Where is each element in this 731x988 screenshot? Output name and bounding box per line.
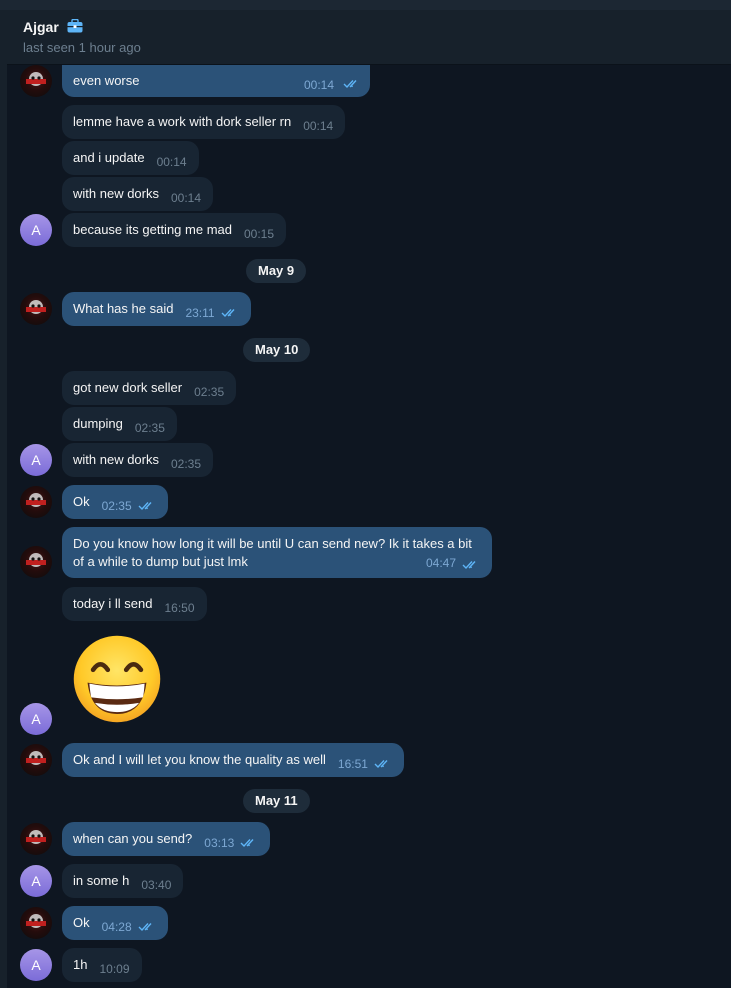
message-text: when can you send? bbox=[73, 831, 193, 846]
message-time: 23:11 bbox=[185, 306, 215, 320]
double-check-icon bbox=[138, 502, 152, 511]
double-check-icon bbox=[138, 923, 152, 932]
double-check-icon bbox=[374, 760, 388, 769]
avatar-letter: A bbox=[31, 873, 41, 889]
message-text: in some h bbox=[73, 873, 130, 888]
chat-header[interactable]: Ajgar last seen 1 hour ago bbox=[7, 10, 731, 65]
avatar-self[interactable] bbox=[20, 65, 52, 97]
message-time: 02:35 bbox=[194, 385, 225, 399]
avatar-contact[interactable]: A bbox=[20, 444, 52, 476]
message-outgoing[interactable]: What has he said 23:11 bbox=[62, 292, 251, 326]
double-check-icon bbox=[343, 80, 357, 89]
last-seen-status: last seen 1 hour ago bbox=[23, 40, 141, 55]
message-time: 16:50 bbox=[164, 601, 195, 615]
avatar-contact[interactable]: A bbox=[20, 703, 52, 735]
message-incoming[interactable]: because its getting me mad 00:15 bbox=[62, 213, 287, 247]
message-time: 00:14 bbox=[303, 78, 334, 92]
avatar-contact[interactable]: A bbox=[20, 949, 52, 981]
message-time: 10:09 bbox=[99, 962, 130, 976]
message-text: Ok and I will let you know the quality a… bbox=[73, 752, 326, 767]
message-outgoing[interactable]: when can you send? 03:13 bbox=[62, 822, 271, 856]
message-text: because its getting me mad bbox=[73, 222, 232, 237]
message-list[interactable]: even worse 00:14 lemme have a work with … bbox=[7, 65, 731, 988]
date-separator: May 10 bbox=[243, 338, 311, 362]
message-time: 02:35 bbox=[170, 457, 202, 471]
message-time: 02:35 bbox=[134, 421, 165, 435]
message-outgoing[interactable]: Ok 02:35 bbox=[62, 485, 168, 519]
message-time: 02:35 bbox=[101, 499, 132, 513]
avatar-contact[interactable]: A bbox=[20, 865, 52, 897]
message-text: got new dork seller bbox=[73, 380, 183, 395]
message-text: with new dorks bbox=[73, 186, 159, 201]
message-text: lemme have a work with dork seller rn bbox=[73, 114, 292, 129]
message-incoming[interactable]: 1h 10:09 bbox=[62, 948, 142, 982]
avatar-self[interactable] bbox=[20, 546, 52, 578]
chat-list-edge bbox=[0, 10, 7, 988]
double-check-icon bbox=[462, 561, 476, 570]
message-text: What has he said bbox=[73, 301, 174, 316]
message-incoming[interactable]: got new dork seller 02:35 bbox=[62, 371, 237, 405]
message-incoming[interactable]: dumping 02:35 bbox=[62, 407, 177, 441]
avatar-contact[interactable]: A bbox=[20, 214, 52, 246]
avatar-letter: A bbox=[31, 957, 41, 973]
message-text: with new dorks bbox=[73, 452, 159, 467]
message-incoming[interactable]: with new dorks 02:35 bbox=[62, 443, 214, 477]
message-text: 1h bbox=[73, 957, 88, 972]
avatar-self[interactable] bbox=[20, 823, 52, 855]
double-check-icon bbox=[221, 309, 235, 318]
avatar-letter: A bbox=[31, 222, 41, 238]
message-time: 04:47 bbox=[425, 556, 456, 570]
message-time: 00:14 bbox=[303, 119, 334, 133]
message-time: 00:14 bbox=[170, 191, 202, 205]
message-incoming[interactable]: in some h 03:40 bbox=[62, 864, 184, 898]
window-top-strip bbox=[0, 0, 731, 10]
date-separator: May 9 bbox=[246, 259, 307, 283]
message-time: 00:15 bbox=[243, 227, 275, 241]
message-time: 03:13 bbox=[204, 836, 235, 850]
message-text: dumping bbox=[73, 416, 123, 431]
message-outgoing[interactable]: Do you know how long it will be until U … bbox=[62, 527, 492, 578]
message-text: even worse bbox=[73, 73, 140, 88]
date-separator: May 11 bbox=[243, 789, 310, 813]
message-text: Ok bbox=[73, 915, 90, 930]
message-time: 04:28 bbox=[101, 920, 132, 934]
message-incoming[interactable]: and i update 00:14 bbox=[62, 141, 199, 175]
message-outgoing[interactable]: Ok and I will let you know the quality a… bbox=[62, 743, 404, 777]
avatar-letter: A bbox=[31, 452, 41, 468]
message-text: today i ll send bbox=[73, 596, 153, 611]
avatar-letter: A bbox=[31, 711, 41, 727]
avatar-self[interactable] bbox=[20, 293, 52, 325]
avatar-self[interactable] bbox=[20, 486, 52, 518]
contact-name[interactable]: Ajgar bbox=[23, 19, 59, 35]
avatar-self[interactable] bbox=[20, 744, 52, 776]
message-incoming[interactable]: today i ll send 16:50 bbox=[62, 587, 207, 621]
message-outgoing[interactable]: even worse 00:14 bbox=[62, 65, 370, 97]
avatar-self[interactable] bbox=[20, 907, 52, 939]
briefcase-icon bbox=[67, 19, 83, 33]
message-text: Do you know how long it will be until U … bbox=[73, 536, 472, 569]
double-check-icon bbox=[240, 839, 254, 848]
message-outgoing[interactable]: Ok 04:28 bbox=[62, 906, 168, 940]
grinning-face-emoji[interactable] bbox=[71, 633, 163, 725]
message-incoming[interactable]: lemme have a work with dork seller rn 00:… bbox=[62, 105, 346, 139]
message-time: 16:51 bbox=[337, 757, 368, 771]
message-incoming[interactable]: with new dorks 00:14 bbox=[62, 177, 214, 211]
message-text: and i update bbox=[73, 150, 145, 165]
message-time: 00:14 bbox=[156, 155, 187, 169]
message-time: 03:40 bbox=[141, 878, 172, 892]
message-text: Ok bbox=[73, 494, 90, 509]
